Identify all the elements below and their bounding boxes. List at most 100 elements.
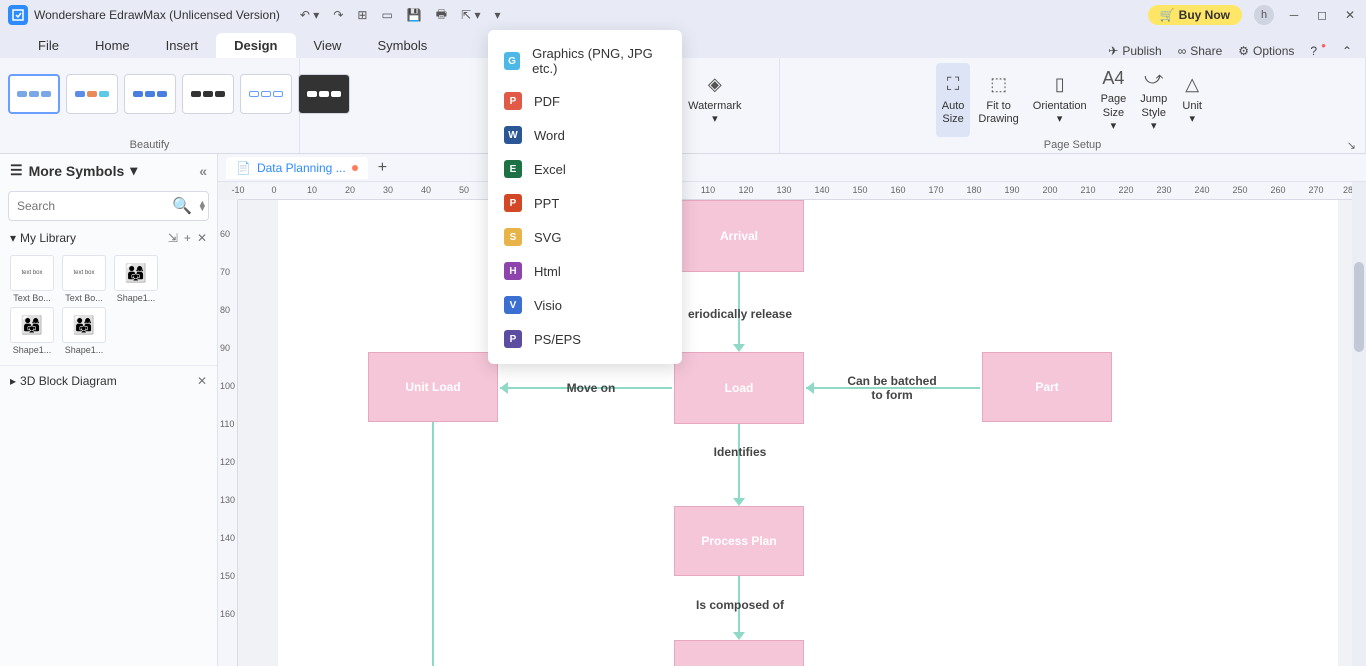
- list-icon: ☰: [10, 162, 23, 179]
- lib-item[interactable]: 👨‍👩‍👧Shape1...: [8, 307, 56, 355]
- page[interactable]: Arrival Unit Load Load Part Process Plan…: [278, 200, 1338, 666]
- lib-item[interactable]: 👨‍👩‍👧Shape1...: [60, 307, 108, 355]
- file-type-icon: E: [504, 160, 522, 178]
- symbol-search[interactable]: 🔍 ▲▼: [8, 191, 209, 221]
- ruler-horizontal: -100102030405011012013014015016017018019…: [238, 182, 1352, 200]
- new-icon[interactable]: ⊞: [357, 8, 367, 22]
- lib-add-icon[interactable]: +: [184, 231, 191, 245]
- search-nav-icon[interactable]: ▲▼: [198, 201, 207, 212]
- export-item[interactable]: VVisio: [488, 288, 682, 322]
- watermark-icon: ◈: [704, 74, 726, 96]
- buy-now-button[interactable]: 🛒 Buy Now: [1148, 5, 1242, 25]
- 3d-block-section[interactable]: ▸ 3D Block Diagram ✕: [0, 365, 217, 394]
- node-unit-load[interactable]: Unit Load: [368, 352, 498, 422]
- file-type-icon: H: [504, 262, 522, 280]
- share-button[interactable]: ∞ Share: [1178, 44, 1223, 58]
- export-item[interactable]: HHtml: [488, 254, 682, 288]
- my-library-section[interactable]: ▾ My Library ⇲+✕: [0, 225, 217, 251]
- export-item[interactable]: EExcel: [488, 152, 682, 186]
- node-process-plan[interactable]: Process Plan: [674, 506, 804, 576]
- lib-export-icon[interactable]: ⇲: [168, 231, 178, 245]
- menu-symbols[interactable]: Symbols: [359, 33, 445, 58]
- options-button[interactable]: ⚙ Options: [1238, 44, 1294, 58]
- title-bar: Wondershare EdrawMax (Unlicensed Version…: [0, 0, 1366, 30]
- watermark-button[interactable]: ◈Watermark ▾: [682, 63, 747, 137]
- publish-button[interactable]: ✈ Publish: [1108, 44, 1161, 58]
- file-type-icon: W: [504, 126, 522, 144]
- page-size-button[interactable]: A4Page Size ▾: [1095, 63, 1133, 137]
- fit-drawing-button[interactable]: ⬚Fit to Drawing: [972, 63, 1024, 137]
- collapse-ribbon-icon[interactable]: ⌃: [1342, 44, 1352, 58]
- close-icon[interactable]: ✕: [1342, 8, 1358, 22]
- export-item[interactable]: PPS/EPS: [488, 322, 682, 356]
- search-input[interactable]: [17, 199, 172, 213]
- group-beautify-label: Beautify: [130, 139, 170, 151]
- node-load[interactable]: Load: [674, 352, 804, 424]
- section-close-icon[interactable]: ✕: [197, 374, 207, 388]
- jump-style-button[interactable]: ⤻Jump Style ▾: [1134, 63, 1173, 137]
- app-title: Wondershare EdrawMax (Unlicensed Version…: [34, 8, 280, 22]
- more-symbols-header[interactable]: ☰ More Symbols▾ «: [0, 154, 217, 187]
- style-thumb-5[interactable]: [240, 74, 292, 114]
- export-menu: GGraphics (PNG, JPG etc.)PPDFWWordEExcel…: [488, 30, 682, 364]
- user-avatar[interactable]: h: [1254, 5, 1274, 25]
- arrowhead-icon: [733, 632, 745, 640]
- file-type-icon: G: [504, 52, 520, 70]
- scrollbar-vertical[interactable]: [1352, 182, 1366, 666]
- file-type-icon: P: [504, 330, 522, 348]
- document-tab[interactable]: 📄 Data Planning ...: [226, 157, 368, 179]
- file-type-icon: V: [504, 296, 522, 314]
- library-grid: text boxText Bo... text boxText Bo... 👨‍…: [0, 251, 217, 359]
- help-button[interactable]: ?●: [1310, 44, 1326, 58]
- file-type-icon: S: [504, 228, 522, 246]
- more-qat-icon[interactable]: ▾: [494, 8, 500, 22]
- auto-size-button[interactable]: ⛶Auto Size: [936, 63, 971, 137]
- redo-icon[interactable]: ↷: [333, 8, 343, 22]
- ruler-vertical: 60708090100110120130140150160: [218, 200, 238, 666]
- lib-item[interactable]: text boxText Bo...: [8, 255, 56, 303]
- quick-access-toolbar: ↶ ▾ ↷ ⊞ ▭ 💾 🖶 ⇱ ▾ ▾: [300, 5, 501, 26]
- autosize-icon: ⛶: [942, 74, 964, 96]
- undo-icon[interactable]: ↶ ▾: [300, 8, 319, 22]
- arrowhead-icon: [806, 382, 814, 394]
- style-thumb-3[interactable]: [124, 74, 176, 114]
- collapse-panel-icon[interactable]: «: [199, 163, 207, 179]
- style-thumb-2[interactable]: [66, 74, 118, 114]
- scroll-thumb[interactable]: [1354, 262, 1364, 352]
- export-icon[interactable]: ⇱ ▾: [461, 8, 480, 22]
- style-thumb-4[interactable]: [182, 74, 234, 114]
- group-pagesetup-label: Page Setup ↘: [1044, 139, 1102, 151]
- unsaved-dot-icon: [352, 165, 358, 171]
- node-bottom[interactable]: [674, 640, 804, 666]
- lib-close-icon[interactable]: ✕: [197, 231, 207, 245]
- orientation-button[interactable]: ▯Orientation ▾: [1027, 63, 1093, 137]
- lib-item[interactable]: 👨‍👩‍👧Shape1...: [112, 255, 160, 303]
- style-thumb-1[interactable]: [8, 74, 60, 114]
- lib-item[interactable]: text boxText Bo...: [60, 255, 108, 303]
- export-item[interactable]: GGraphics (PNG, JPG etc.): [488, 38, 682, 84]
- canvas[interactable]: -100102030405011012013014015016017018019…: [218, 182, 1352, 666]
- unit-button[interactable]: △Unit ▾: [1175, 63, 1209, 137]
- export-item[interactable]: SSVG: [488, 220, 682, 254]
- unit-icon: △: [1181, 74, 1203, 96]
- edge-label: Can be batched to form: [847, 374, 936, 402]
- export-item[interactable]: WWord: [488, 118, 682, 152]
- arrowhead-icon: [733, 344, 745, 352]
- minimize-icon[interactable]: ─: [1286, 8, 1302, 22]
- node-arrival[interactable]: Arrival: [674, 200, 804, 272]
- export-item[interactable]: PPPT: [488, 186, 682, 220]
- orientation-icon: ▯: [1049, 74, 1071, 96]
- maximize-icon[interactable]: ◻: [1314, 8, 1330, 22]
- edge: [432, 422, 434, 666]
- node-part[interactable]: Part: [982, 352, 1112, 422]
- arrowhead-icon: [733, 498, 745, 506]
- save-icon[interactable]: 💾: [407, 8, 422, 22]
- app-logo-icon: [8, 5, 28, 25]
- add-tab-button[interactable]: +: [378, 159, 387, 177]
- search-icon[interactable]: 🔍: [172, 196, 192, 216]
- open-icon[interactable]: ▭: [381, 8, 392, 22]
- doc-icon: 📄: [236, 161, 251, 175]
- export-item[interactable]: PPDF: [488, 84, 682, 118]
- ribbon: ✨ One Click Beautify ▾ Beautify 🖼Backgro…: [0, 58, 1366, 154]
- print-icon[interactable]: 🖶: [436, 5, 447, 26]
